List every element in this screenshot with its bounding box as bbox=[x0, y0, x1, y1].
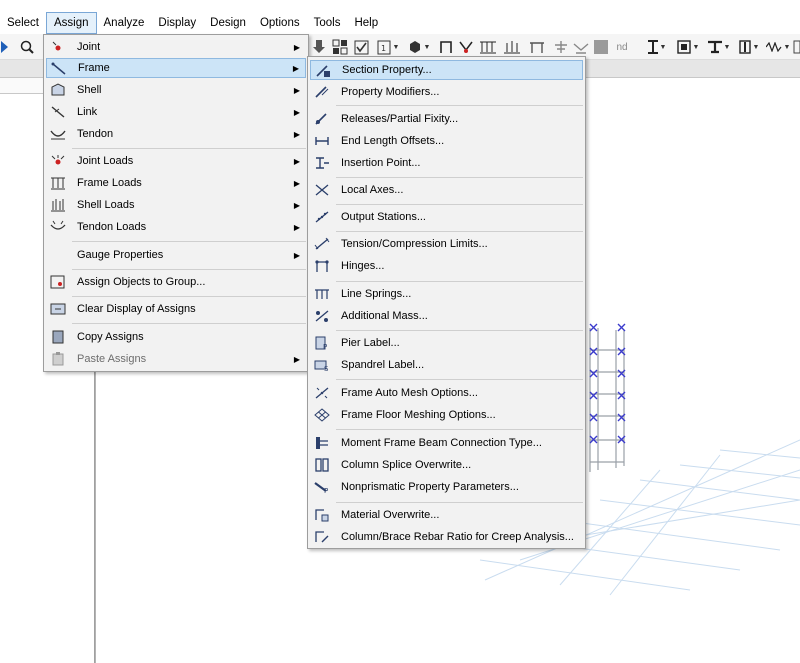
menu-separator bbox=[72, 323, 306, 324]
joint-icon bbox=[49, 39, 67, 55]
menu-item-link[interactable]: Link ▶ bbox=[46, 102, 306, 122]
menu-item-tendon-loads[interactable]: Tendon Loads ▶ bbox=[46, 217, 306, 237]
tendon-icon bbox=[49, 126, 67, 142]
submenu-item-releases[interactable]: Releases/Partial Fixity... bbox=[310, 109, 583, 129]
submenu-item-frame-floor-meshing[interactable]: Frame Floor Meshing Options... bbox=[310, 405, 583, 425]
section-property-icon bbox=[314, 63, 332, 79]
submenu-item-end-length-offsets[interactable]: End Length Offsets... bbox=[310, 131, 583, 151]
submenu-item-hinges[interactable]: Hinges... bbox=[310, 256, 583, 276]
submenu-item-frame-auto-mesh[interactable]: Frame Auto Mesh Options... bbox=[310, 383, 583, 403]
submenu-item-nonprismatic[interactable]: P Nonprismatic Property Parameters... bbox=[310, 477, 583, 497]
floor-meshing-icon bbox=[313, 407, 331, 423]
menu-item-shell[interactable]: Shell ▶ bbox=[46, 80, 306, 100]
menu-separator bbox=[336, 177, 583, 178]
link-icon bbox=[49, 104, 67, 120]
spandrel-label-icon: S bbox=[313, 357, 331, 373]
submenu-arrow-icon: ▶ bbox=[293, 129, 300, 139]
menu-item-clear-display[interactable]: Clear Display of Assigns bbox=[46, 299, 306, 319]
submenu-item-beam-connection-type[interactable]: Moment Frame Beam Connection Type... bbox=[310, 433, 583, 453]
submenu-item-material-overwrite[interactable]: Material Overwrite... bbox=[310, 505, 583, 525]
submenu-arrow-icon: ▶ bbox=[293, 178, 300, 188]
submenu-item-insertion-point[interactable]: Insertion Point... bbox=[310, 153, 583, 173]
menu-separator bbox=[72, 241, 306, 242]
submenu-arrow-icon: ▶ bbox=[293, 156, 300, 166]
line-springs-icon bbox=[313, 286, 331, 302]
menu-separator bbox=[336, 379, 583, 380]
insertion-point-icon bbox=[313, 155, 331, 171]
submenu-item-section-property[interactable]: Section Property... bbox=[310, 60, 583, 80]
submenu-item-tension-compression-limits[interactable]: Tension/Compression Limits... bbox=[310, 234, 583, 254]
submenu-item-pier-label[interactable]: P Pier Label... bbox=[310, 333, 583, 353]
submenu-arrow-icon: ▶ bbox=[293, 200, 300, 210]
menu-separator bbox=[336, 281, 583, 282]
rebar-ratio-icon bbox=[313, 529, 331, 545]
menu-item-tendon[interactable]: Tendon ▶ bbox=[46, 124, 306, 144]
submenu-item-property-modifiers[interactable]: Property Modifiers... bbox=[310, 82, 583, 102]
beam-connection-icon bbox=[313, 435, 331, 451]
menu-separator bbox=[336, 105, 583, 106]
material-overwrite-icon bbox=[313, 507, 331, 523]
submenu-arrow-icon: ▶ bbox=[293, 107, 300, 117]
submenu-arrow-icon: ▶ bbox=[293, 222, 300, 232]
frame-loads-icon bbox=[49, 175, 67, 191]
group-icon bbox=[49, 274, 67, 290]
column-splice-icon bbox=[313, 457, 331, 473]
submenu-arrow-icon: ▶ bbox=[293, 42, 300, 52]
shell-icon bbox=[49, 82, 67, 98]
menu-item-copy-assigns[interactable]: Copy Assigns bbox=[46, 327, 306, 347]
submenu-arrow-icon: ▶ bbox=[293, 85, 300, 95]
menu-separator bbox=[336, 502, 583, 503]
auto-mesh-icon bbox=[313, 385, 331, 401]
tension-limits-icon bbox=[313, 236, 331, 252]
submenu-arrow-icon: ▶ bbox=[293, 354, 300, 364]
menu-separator bbox=[72, 269, 306, 270]
joint-loads-icon bbox=[49, 153, 67, 169]
menu-item-gauge-properties[interactable]: Gauge Properties ▶ bbox=[46, 245, 306, 265]
menu-item-frame[interactable]: Frame ▶ bbox=[46, 58, 306, 78]
menu-item-assign-to-group[interactable]: Assign Objects to Group... bbox=[46, 272, 306, 292]
menu-item-paste-assigns[interactable]: Paste Assigns ▶ bbox=[46, 349, 306, 369]
menu-item-frame-loads[interactable]: Frame Loads ▶ bbox=[46, 173, 306, 193]
pier-label-icon: P bbox=[313, 335, 331, 351]
menu-separator bbox=[72, 148, 306, 149]
assign-menu: Joint ▶ Frame ▶ Shell ▶ Link ▶ Tendon ▶ … bbox=[43, 34, 309, 372]
menu-item-shell-loads[interactable]: Shell Loads ▶ bbox=[46, 195, 306, 215]
submenu-item-column-splice[interactable]: Column Splice Overwrite... bbox=[310, 455, 583, 475]
end-offsets-icon bbox=[313, 133, 331, 149]
frame-submenu: Section Property... Property Modifiers..… bbox=[307, 56, 586, 549]
property-modifiers-icon bbox=[313, 84, 331, 100]
releases-icon bbox=[313, 111, 331, 127]
submenu-arrow-icon: ▶ bbox=[293, 250, 300, 260]
clear-display-icon bbox=[49, 301, 67, 317]
submenu-item-additional-mass[interactable]: Additional Mass... bbox=[310, 306, 583, 326]
nonprismatic-icon: P bbox=[313, 479, 331, 495]
svg-text:S: S bbox=[324, 365, 329, 372]
joint-markers bbox=[589, 323, 626, 444]
menu-item-joint[interactable]: Joint ▶ bbox=[46, 37, 306, 57]
svg-text:P: P bbox=[324, 487, 328, 494]
tendon-loads-icon bbox=[49, 219, 67, 235]
menu-item-joint-loads[interactable]: Joint Loads ▶ bbox=[46, 151, 306, 171]
copy-icon bbox=[49, 329, 67, 345]
submenu-item-spandrel-label[interactable]: S Spandrel Label... bbox=[310, 355, 583, 375]
menu-separator bbox=[72, 296, 306, 297]
svg-text:P: P bbox=[323, 343, 327, 350]
local-axes-icon bbox=[313, 182, 331, 198]
submenu-item-local-axes[interactable]: Local Axes... bbox=[310, 180, 583, 200]
menu-separator bbox=[336, 429, 583, 430]
additional-mass-icon bbox=[313, 308, 331, 324]
menu-separator bbox=[336, 330, 583, 331]
submenu-item-output-stations[interactable]: Output Stations... bbox=[310, 207, 583, 227]
submenu-item-rebar-ratio-creep[interactable]: Column/Brace Rebar Ratio for Creep Analy… bbox=[310, 527, 583, 547]
menu-separator bbox=[336, 204, 583, 205]
paste-icon bbox=[49, 351, 67, 367]
submenu-item-line-springs[interactable]: Line Springs... bbox=[310, 284, 583, 304]
submenu-arrow-icon: ▶ bbox=[292, 63, 299, 73]
hinges-icon bbox=[313, 258, 331, 274]
frame-icon bbox=[50, 61, 68, 77]
shell-loads-icon bbox=[49, 197, 67, 213]
menu-separator bbox=[336, 231, 583, 232]
output-stations-icon bbox=[313, 209, 331, 225]
